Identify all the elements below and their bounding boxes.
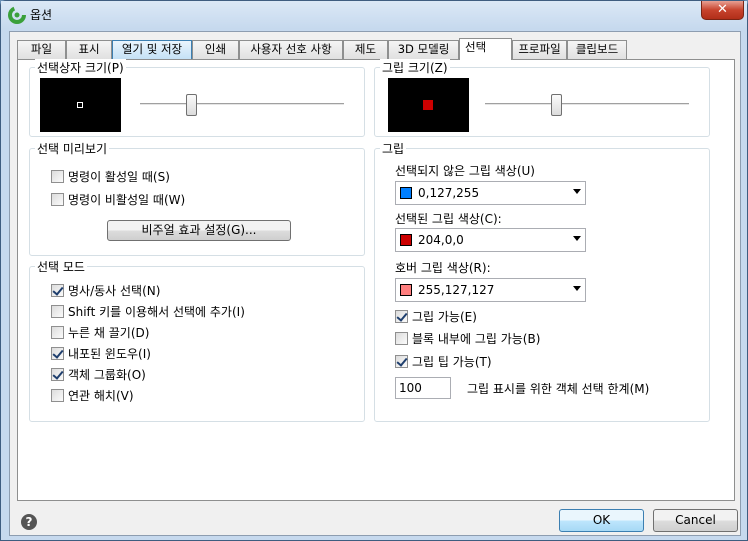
selected-grip-color-combo[interactable]: 204,0,0	[395, 228, 586, 252]
checkbox-box[interactable]	[51, 326, 64, 339]
checkbox-box[interactable]	[51, 347, 64, 360]
tab-3d-modeling[interactable]: 3D 모델링	[388, 40, 459, 59]
visual-effects-settings-button[interactable]: 비주얼 효과 설정(G)...	[107, 220, 291, 241]
grip-slider-track[interactable]	[485, 103, 689, 106]
tab-selection[interactable]: 선택	[459, 38, 512, 60]
pickbox-size-label: 선택상자 크기(P)	[35, 59, 126, 76]
checkbox-label: 연관 해치(V)	[68, 389, 134, 403]
object-grouping-checkbox[interactable]: 객체 그룹화(O)	[51, 366, 146, 383]
pickbox-size-group: 선택상자 크기(P)	[29, 59, 365, 137]
tab-user-preferences[interactable]: 사용자 선호 사항	[239, 40, 343, 59]
selection-modes-group: 선택 모드 명사/동사 선택(N) Shift 키를 이용해서 선택에 추가(I…	[29, 258, 365, 422]
grip-tips-checkbox[interactable]: 그립 팁 가능(T)	[395, 353, 492, 370]
dropdown-arrow-icon[interactable]	[573, 189, 581, 194]
combo-value: 255,127,127	[418, 283, 495, 297]
tab-print[interactable]: 인쇄	[192, 40, 239, 59]
checkbox-box[interactable]	[395, 332, 408, 345]
close-button[interactable]: ✕	[701, 1, 744, 20]
enable-grips-checkbox[interactable]: 그립 가능(E)	[395, 308, 477, 325]
color-swatch	[400, 187, 412, 199]
tab-file[interactable]: 파일	[17, 40, 66, 59]
unselected-grip-color-label: 선택되지 않은 그립 색상(U)	[395, 164, 535, 178]
grips-group: 그립 선택되지 않은 그립 색상(U) 0,127,255 선택된 그립 색상(…	[374, 140, 710, 422]
hover-grip-color-combo[interactable]: 255,127,127	[395, 278, 586, 302]
pickbox-square	[77, 102, 83, 108]
checkbox-label: Shift 키를 이용해서 선택에 추가(I)	[68, 305, 245, 319]
checkbox-box[interactable]	[51, 389, 64, 402]
title-bar[interactable]: 옵션 ✕	[1, 1, 747, 29]
preview-when-command-active-checkbox[interactable]: 명령이 활성일 때(S)	[51, 168, 170, 185]
grip-slider-thumb[interactable]	[551, 94, 563, 116]
tab-open-save[interactable]: 열기 및 저장	[112, 40, 192, 59]
hover-grip-color-label: 호버 그립 색상(R):	[395, 261, 491, 275]
help-icon[interactable]: ?	[21, 514, 37, 530]
window-title: 옵션	[30, 8, 53, 22]
grips-in-blocks-checkbox[interactable]: 블록 내부에 그립 가능(B)	[395, 330, 540, 347]
checkbox-label: 명령이 비활성일 때(W)	[68, 193, 186, 207]
preview-when-no-command-checkbox[interactable]: 명령이 비활성일 때(W)	[51, 191, 185, 208]
shift-to-add-checkbox[interactable]: Shift 키를 이용해서 선택에 추가(I)	[51, 303, 245, 320]
color-swatch	[400, 234, 412, 246]
dropdown-arrow-icon[interactable]	[573, 236, 581, 241]
checkbox-label: 내포된 윈도우(I)	[68, 347, 151, 361]
selection-panel: 선택상자 크기(P) 그립 크기(Z) 선택 미리보기 명령이 활성일 때(S)…	[17, 59, 735, 501]
checkbox-box[interactable]	[51, 193, 64, 206]
grip-square	[423, 100, 433, 110]
checkbox-box[interactable]	[395, 310, 408, 323]
checkbox-label: 블록 내부에 그립 가능(B)	[412, 332, 541, 346]
cancel-button[interactable]: Cancel	[653, 509, 738, 532]
pickbox-slider-track[interactable]	[140, 103, 344, 106]
selection-preview-group: 선택 미리보기 명령이 활성일 때(S) 명령이 비활성일 때(W) 비주얼 효…	[29, 140, 365, 256]
selection-preview-label: 선택 미리보기	[35, 140, 110, 157]
app-logo-icon	[8, 6, 26, 24]
associative-hatch-checkbox[interactable]: 연관 해치(V)	[51, 387, 134, 404]
tab-drafting[interactable]: 제도	[343, 40, 388, 59]
dialog-body: 파일 표시 열기 및 저장 인쇄 사용자 선호 사항 제도 3D 모델링 선택 …	[9, 31, 741, 536]
selection-modes-label: 선택 모드	[35, 258, 87, 275]
checkbox-label: 명령이 활성일 때(S)	[68, 170, 170, 184]
color-swatch	[400, 284, 412, 296]
press-and-drag-checkbox[interactable]: 누른 채 끌기(D)	[51, 324, 149, 341]
tab-display[interactable]: 표시	[66, 40, 112, 59]
grip-size-label: 그립 크기(Z)	[380, 59, 450, 76]
pickbox-preview	[40, 78, 121, 132]
checkbox-box[interactable]	[51, 305, 64, 318]
selected-grip-color-label: 선택된 그립 색상(C):	[395, 212, 502, 226]
tab-clipboard[interactable]: 클립보드	[567, 40, 627, 59]
options-dialog: 옵션 ✕ 파일 표시 열기 및 저장 인쇄 사용자 선호 사항 제도 3D 모델…	[0, 0, 748, 541]
checkbox-label: 누른 채 끌기(D)	[68, 326, 150, 340]
checkbox-box[interactable]	[51, 284, 64, 297]
pickbox-slider-thumb[interactable]	[186, 94, 197, 116]
checkbox-box[interactable]	[395, 355, 408, 368]
grip-size-group: 그립 크기(Z)	[374, 59, 710, 137]
ok-button[interactable]: OK	[559, 509, 644, 532]
combo-value: 204,0,0	[418, 233, 464, 247]
checkbox-label: 명사/동사 선택(N)	[68, 284, 161, 298]
grip-object-limit-label: 그립 표시를 위한 객체 선택 한계(M)	[467, 382, 650, 396]
checkbox-box[interactable]	[51, 368, 64, 381]
checkbox-box[interactable]	[51, 170, 64, 183]
combo-value: 0,127,255	[418, 186, 480, 200]
implied-windowing-checkbox[interactable]: 내포된 윈도우(I)	[51, 345, 151, 362]
checkbox-label: 그립 가능(E)	[412, 310, 477, 324]
grip-object-limit-input[interactable]: 100	[395, 377, 451, 399]
tab-profiles[interactable]: 프로파일	[512, 40, 567, 59]
unselected-grip-color-combo[interactable]: 0,127,255	[395, 181, 586, 205]
checkbox-label: 객체 그룹화(O)	[68, 368, 146, 382]
checkbox-label: 그립 팁 가능(T)	[412, 355, 492, 369]
dropdown-arrow-icon[interactable]	[573, 286, 581, 291]
noun-verb-selection-checkbox[interactable]: 명사/동사 선택(N)	[51, 282, 160, 299]
grips-label: 그립	[380, 140, 407, 157]
grip-preview	[388, 78, 469, 132]
